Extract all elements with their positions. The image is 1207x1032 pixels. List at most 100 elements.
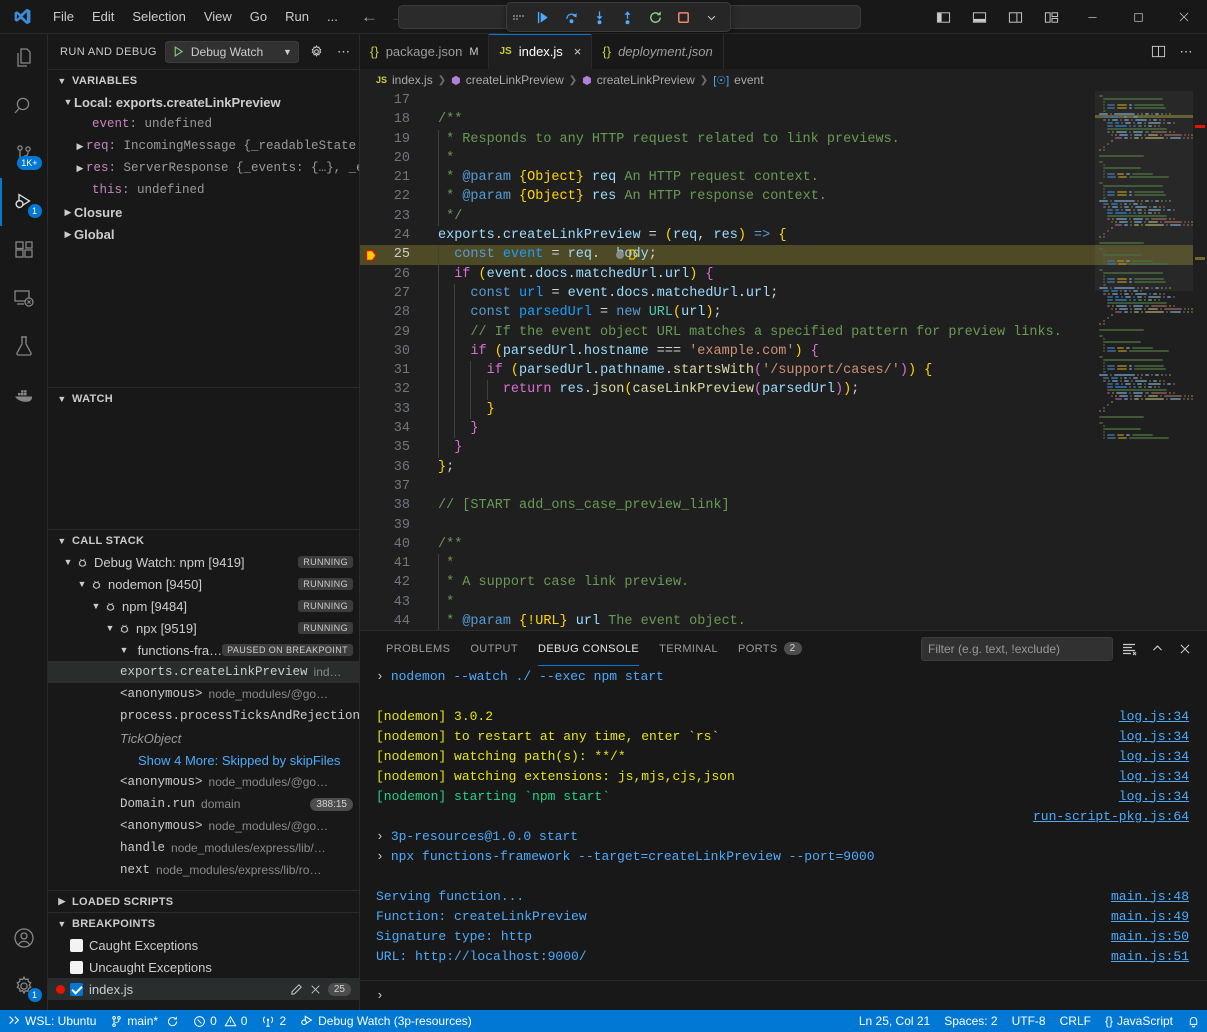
- activity-search-icon[interactable]: [0, 82, 48, 130]
- gutter-cell[interactable]: [360, 130, 382, 149]
- console-source-link[interactable]: run-script-pkg.js:64: [1033, 809, 1207, 824]
- call-stack-session-row[interactable]: ▼ functions-fra… PAUSED ON BREAKPOINT: [48, 639, 359, 661]
- tab-problems[interactable]: PROBLEMS: [376, 631, 460, 666]
- code-line[interactable]: 29 // If the event object URL matches a …: [360, 323, 1207, 342]
- go-back-icon[interactable]: ←: [361, 8, 378, 25]
- editor-tab-index-js[interactable]: JS index.js ×: [489, 34, 592, 69]
- code-line[interactable]: 36};: [360, 458, 1207, 477]
- debug-more-chevron-down-icon[interactable]: [698, 5, 724, 29]
- activity-remote-explorer-icon[interactable]: [0, 274, 48, 322]
- activity-explorer-icon[interactable]: [0, 34, 48, 82]
- gutter-cell[interactable]: [360, 187, 382, 206]
- gutter-cell[interactable]: [360, 458, 382, 477]
- status-cursor-position[interactable]: Ln 25, Col 21: [852, 1010, 937, 1032]
- console-source-link[interactable]: log.js:34: [1119, 769, 1207, 784]
- call-stack-frame-row[interactable]: handle node_modules/express/lib/…: [48, 837, 359, 859]
- gutter-cell[interactable]: [360, 593, 382, 612]
- gutter-cell[interactable]: [360, 226, 382, 245]
- status-eol[interactable]: CRLF: [1053, 1010, 1098, 1032]
- call-stack-session-row[interactable]: ▼ npm [9484] RUNNING: [48, 595, 359, 617]
- gutter-cell[interactable]: [360, 496, 382, 515]
- status-debug-session[interactable]: Debug Watch (3p-resources): [293, 1010, 479, 1032]
- toggle-primary-sidebar-icon[interactable]: [925, 0, 961, 34]
- gutter-cell[interactable]: [360, 207, 382, 226]
- call-stack-show-more-row[interactable]: Show 4 More: Skipped by skipFiles: [48, 749, 359, 771]
- gutter-cell[interactable]: [360, 323, 382, 342]
- console-source-link[interactable]: log.js:34: [1119, 709, 1207, 724]
- code-line[interactable]: 31 if (parsedUrl.pathname.startsWith('/s…: [360, 361, 1207, 380]
- chevron-right-icon[interactable]: ▶: [74, 163, 86, 174]
- gutter-cell[interactable]: [360, 342, 382, 361]
- console-source-link[interactable]: main.js:49: [1111, 909, 1207, 924]
- chevron-right-icon[interactable]: ▶: [74, 141, 86, 152]
- breadcrumb-symbol-1[interactable]: createLinkPreview: [466, 73, 564, 87]
- code-line[interactable]: 44 * @param {!URL} url The event object.: [360, 612, 1207, 630]
- toggle-secondary-sidebar-icon[interactable]: [997, 0, 1033, 34]
- code-line[interactable]: 22 * @param {Object} res An HTTP respons…: [360, 187, 1207, 206]
- call-stack-frame-row[interactable]: Domain.run domain 388:15: [48, 793, 359, 815]
- window-minimize-button[interactable]: [1069, 0, 1115, 34]
- breakpoint-glyph-icon[interactable]: [360, 245, 382, 264]
- variable-row-this[interactable]: this: undefined: [48, 179, 359, 201]
- menu-go[interactable]: Go: [241, 6, 276, 27]
- variable-row-res[interactable]: ▶ res: ServerResponse {_events: {…}, _e…: [48, 157, 359, 179]
- code-line[interactable]: 39: [360, 516, 1207, 535]
- breadcrumb-file[interactable]: index.js: [392, 73, 433, 87]
- gutter-cell[interactable]: [360, 168, 382, 187]
- code-line[interactable]: 17: [360, 91, 1207, 110]
- activity-source-control-icon[interactable]: 1K+: [0, 130, 48, 178]
- debug-console-input[interactable]: ›: [360, 980, 1207, 1010]
- launch-configuration-select[interactable]: Debug Watch ▼: [165, 41, 299, 63]
- console-source-link[interactable]: log.js:34: [1119, 729, 1207, 744]
- variables-scope-closure[interactable]: ▶ Closure: [48, 201, 359, 223]
- editor-more-actions-icon[interactable]: ⋯: [1173, 39, 1199, 65]
- call-stack-frame-row[interactable]: process.processTicksAndRejections: [48, 705, 359, 727]
- edit-breakpoint-pencil-icon[interactable]: [290, 983, 303, 996]
- show-more-link[interactable]: Show 4 More: Skipped by skipFiles: [138, 753, 340, 768]
- section-call-stack-header[interactable]: ▼ CALL STACK: [48, 529, 359, 551]
- gutter-cell[interactable]: [360, 91, 382, 110]
- gutter-cell[interactable]: [360, 573, 382, 592]
- activity-docker-icon[interactable]: [0, 370, 48, 418]
- variables-scope-local[interactable]: ▼ Local: exports.createLinkPreview: [48, 91, 359, 113]
- menu-run[interactable]: Run: [276, 6, 318, 27]
- code-line[interactable]: 24exports.createLinkPreview = (req, res)…: [360, 226, 1207, 245]
- window-close-button[interactable]: [1161, 0, 1207, 34]
- variables-scope-global[interactable]: ▶ Global: [48, 223, 359, 245]
- editor-tab-deployment-json[interactable]: {} deployment.json: [592, 34, 723, 69]
- console-source-link[interactable]: log.js:34: [1119, 749, 1207, 764]
- close-panel-icon[interactable]: [1173, 637, 1197, 661]
- gutter-cell[interactable]: [360, 361, 382, 380]
- gutter-cell[interactable]: [360, 149, 382, 168]
- tab-ports[interactable]: PORTS 2: [728, 631, 812, 666]
- console-filter-input[interactable]: Filter (e.g. text, !exclude): [921, 637, 1113, 661]
- call-stack-frame-row[interactable]: TickObject: [48, 727, 359, 749]
- status-indentation[interactable]: Spaces: 2: [937, 1010, 1004, 1032]
- call-stack-frame-row[interactable]: <anonymous> node_modules/@go…: [48, 771, 359, 793]
- gutter-cell[interactable]: [360, 612, 382, 630]
- gutter-cell[interactable]: [360, 438, 382, 457]
- code-line[interactable]: 27 const url = event.docs.matchedUrl.url…: [360, 284, 1207, 303]
- customize-layout-icon[interactable]: [1033, 0, 1069, 34]
- status-encoding[interactable]: UTF-8: [1005, 1010, 1053, 1032]
- remove-breakpoint-close-icon[interactable]: [310, 984, 321, 995]
- gutter-cell[interactable]: [360, 400, 382, 419]
- call-stack-frame-row[interactable]: next node_modules/express/lib/ro…: [48, 859, 359, 881]
- gutter-cell[interactable]: [360, 554, 382, 573]
- console-source-link[interactable]: main.js:50: [1111, 929, 1207, 944]
- status-branch[interactable]: main*: [103, 1010, 186, 1032]
- gutter-cell[interactable]: [360, 110, 382, 129]
- code-line[interactable]: 19 * Responds to any HTTP request relate…: [360, 130, 1207, 149]
- status-ports[interactable]: 2: [254, 1010, 293, 1032]
- activity-run-and-debug-icon[interactable]: 1: [0, 178, 48, 226]
- gutter-cell[interactable]: [360, 303, 382, 322]
- step-out-button[interactable]: [614, 5, 640, 29]
- status-language-mode[interactable]: {} JavaScript: [1098, 1010, 1180, 1032]
- code-line[interactable]: 43 *: [360, 593, 1207, 612]
- gutter-cell[interactable]: [360, 535, 382, 554]
- checkbox[interactable]: [70, 961, 83, 974]
- menu-edit[interactable]: Edit: [83, 6, 123, 27]
- tab-close-icon[interactable]: ×: [574, 44, 582, 59]
- section-watch-header[interactable]: ▼ WATCH: [48, 387, 359, 409]
- breadcrumb-symbol-2[interactable]: createLinkPreview: [597, 73, 695, 87]
